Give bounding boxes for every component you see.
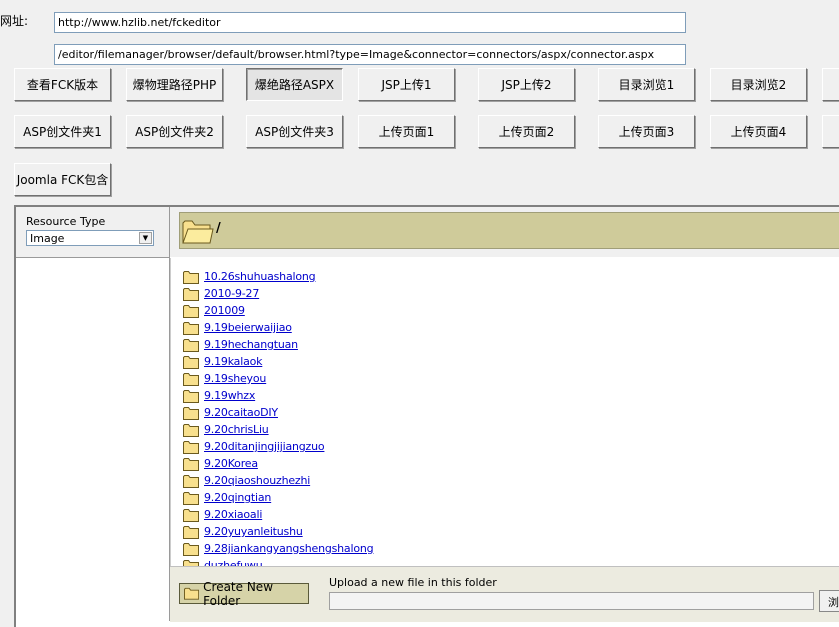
dir-browse-1-button[interactable]: 目录浏览1 (598, 68, 695, 101)
list-item[interactable]: 9.28jiankangyangshengshalong (183, 540, 374, 557)
folder-link[interactable]: 9.20xiaoali (204, 508, 262, 521)
list-item[interactable]: 9.20qingtian (183, 489, 271, 506)
list-item[interactable]: 9.20qiaoshouzhezhi (183, 472, 310, 489)
folder-icon (183, 474, 199, 488)
folder-icon (183, 270, 199, 284)
folder-link[interactable]: 9.20Korea (204, 457, 258, 470)
folder-icon (183, 355, 199, 369)
resource-type-value: Image (30, 232, 65, 245)
list-item[interactable]: 9.20caitaoDIY (183, 404, 278, 421)
folder-link[interactable]: duzhefuwu (204, 559, 263, 566)
open-folder-icon (182, 220, 214, 244)
resource-type-label: Resource Type (26, 215, 106, 228)
list-item[interactable]: 9.19beierwaijiao (183, 319, 292, 336)
folder-icon (183, 372, 199, 386)
overflow-button-row1[interactable] (822, 68, 839, 101)
upload-page-4-button[interactable]: 上传页面4 (710, 115, 807, 148)
list-item[interactable]: 2010-9-27 (183, 285, 259, 302)
list-item[interactable]: 9.19sheyou (183, 370, 266, 387)
list-item[interactable]: 10.26shuhuashalong (183, 268, 316, 285)
upload-page-2-button[interactable]: 上传页面2 (478, 115, 575, 148)
list-item[interactable]: 9.20xiaoali (183, 506, 262, 523)
folder-icon (183, 287, 199, 301)
folder-icon (183, 559, 199, 566)
folder-link[interactable]: 9.19hechangtuan (204, 338, 298, 351)
upload-file-input[interactable] (329, 592, 814, 610)
folder-link[interactable]: 9.20ditanjingjijiangzuo (204, 440, 325, 453)
list-item[interactable]: 9.19kalaok (183, 353, 263, 370)
check-fck-version-button[interactable]: 查看FCK版本 (14, 68, 111, 101)
folder-icon (184, 587, 200, 600)
list-item[interactable]: 9.20Korea (183, 455, 258, 472)
upload-page-3-button[interactable]: 上传页面3 (598, 115, 695, 148)
folder-icon (183, 525, 199, 539)
jsp-upload-1-button[interactable]: JSP上传1 (358, 68, 455, 101)
folder-icon (183, 457, 199, 471)
create-new-folder-label: Create New Folder (203, 579, 274, 608)
folder-link[interactable]: 9.20qingtian (204, 491, 271, 504)
upload-page-1-button[interactable]: 上传页面1 (358, 115, 455, 148)
list-item[interactable]: 9.19hechangtuan (183, 336, 298, 353)
folder-link[interactable]: 9.19sheyou (204, 372, 266, 385)
dir-browse-2-button[interactable]: 目录浏览2 (710, 68, 807, 101)
url-label: 网址: (0, 14, 29, 28)
browse-button[interactable]: 浏 (819, 590, 839, 612)
chevron-down-icon[interactable]: ▼ (139, 232, 152, 244)
folder-link[interactable]: 9.28jiankangyangshengshalong (204, 542, 374, 555)
overflow-button-row2[interactable] (822, 115, 839, 148)
folder-icon (183, 338, 199, 352)
jsp-upload-2-button[interactable]: JSP上传2 (478, 68, 575, 101)
folder-icon (183, 406, 199, 420)
connector-path-input[interactable]: /editor/filemanager/browser/default/brow… (54, 44, 686, 65)
asp-mkdir-2-button[interactable]: ASP创文件夹2 (126, 115, 223, 148)
folder-link[interactable]: 2010-9-27 (204, 287, 259, 300)
folder-icon (183, 304, 199, 318)
folder-icon (183, 440, 199, 454)
current-path-bar (179, 212, 839, 249)
folder-link[interactable]: 9.20caitaoDIY (204, 406, 278, 419)
folder-list: 10.26shuhuashalong 2010-9-27 201009 9.19bei… (170, 258, 839, 566)
list-item[interactable]: 9.20yuyanleitushu (183, 523, 303, 540)
current-path-text: / (216, 221, 221, 236)
list-item[interactable]: 9.20chrisLiu (183, 421, 269, 438)
folder-link[interactable]: 10.26shuhuashalong (204, 270, 316, 283)
upload-label: Upload a new file in this folder (329, 576, 497, 589)
folder-icon (183, 491, 199, 505)
asp-mkdir-3-button[interactable]: ASP创文件夹3 (246, 115, 343, 148)
url-input[interactable]: http://www.hzlib.net/fckeditor (54, 12, 686, 33)
folder-icon (183, 389, 199, 403)
folder-link[interactable]: 9.19whzx (204, 389, 255, 402)
folder-link[interactable]: 9.19kalaok (204, 355, 263, 368)
aspx-path-button[interactable]: 爆绝路径ASPX (246, 68, 343, 101)
list-item[interactable]: 9.20ditanjingjijiangzuo (183, 438, 325, 455)
resource-type-select[interactable]: Image ▼ (26, 230, 154, 246)
list-item[interactable]: duzhefuwu (183, 557, 263, 566)
php-path-button[interactable]: 爆物理路径PHP (126, 68, 223, 101)
list-item[interactable]: 201009 (183, 302, 245, 319)
folder-icon (183, 542, 199, 556)
asp-mkdir-1-button[interactable]: ASP创文件夹1 (14, 115, 111, 148)
folder-link[interactable]: 9.20yuyanleitushu (204, 525, 303, 538)
folder-link[interactable]: 9.19beierwaijiao (204, 321, 292, 334)
folder-icon (183, 423, 199, 437)
list-item[interactable]: 9.19whzx (183, 387, 255, 404)
folder-link[interactable]: 201009 (204, 304, 245, 317)
folder-icon (183, 321, 199, 335)
folder-link[interactable]: 9.20chrisLiu (204, 423, 269, 436)
folder-tree-panel (16, 207, 170, 621)
joomla-fck-include-button[interactable]: Joomla FCK包含 (14, 163, 111, 196)
folder-icon (183, 508, 199, 522)
create-new-folder-button[interactable]: Create New Folder (179, 580, 309, 608)
folder-link[interactable]: 9.20qiaoshouzhezhi (204, 474, 310, 487)
